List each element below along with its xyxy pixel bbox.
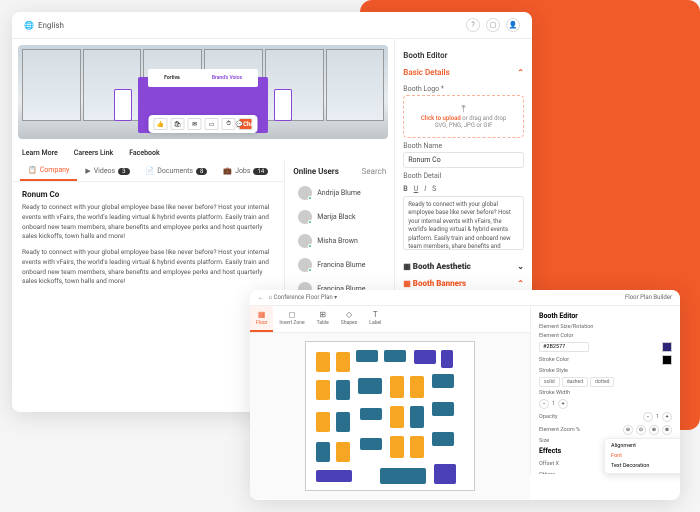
booth-action-bar: 👍 🛍 ✉ ▭ ⏱ 💬 Chat	[149, 115, 258, 133]
tab-company[interactable]: 📋 Company	[20, 161, 77, 181]
section-basic-details[interactable]: Basic Details⌃	[403, 64, 524, 81]
card-icon[interactable]: ▭	[205, 118, 219, 130]
logo-upload[interactable]: ⤒ Click to upload or drag and drop SVG, …	[403, 95, 524, 138]
company-name: Ronum Co	[22, 190, 274, 199]
booth-detail-textarea[interactable]: Ready to connect with your global employ…	[403, 196, 524, 250]
user-icon[interactable]: 👤	[506, 18, 520, 32]
tool-zone[interactable]: ◻Insert Zone	[273, 306, 310, 332]
tool-table[interactable]: ⊞Table	[311, 306, 335, 332]
prop-element-size: Element Size/Rotation	[539, 324, 672, 330]
floor-toolbar: ▦Floor ◻Insert Zone ⊞Table ◇Shapes TLabe…	[250, 306, 530, 333]
opacity-stepper[interactable]: −1+	[643, 412, 672, 422]
schedule-icon[interactable]: ⏱	[222, 118, 236, 130]
tool-shapes[interactable]: ◇Shapes	[335, 306, 363, 332]
stroke-width-stepper[interactable]: −1+	[539, 399, 568, 409]
user-row[interactable]: Francina Blume	[293, 254, 386, 276]
user-row[interactable]: Andrija Blume	[293, 182, 386, 204]
online-search[interactable]: Search	[362, 167, 387, 176]
section-aesthetic[interactable]: ▦ Booth Aesthetic⌄	[403, 258, 524, 275]
chevron-up-icon: ⌃	[517, 68, 524, 77]
color-input[interactable]	[539, 342, 589, 352]
tab-jobs[interactable]: 💼 Jobs 14	[215, 161, 276, 181]
chevron-down-icon: ⌄	[517, 262, 524, 271]
floor-canvas[interactable]	[250, 333, 530, 499]
effects-popup[interactable]: Alignment Font Text Decoration	[604, 438, 680, 474]
rich-text-toolbar[interactable]: B U I S	[403, 182, 524, 196]
floor-properties-panel: Booth Editor Element Size/Rotation Eleme…	[530, 306, 680, 474]
stroke-style-group[interactable]: soliddasheddotted	[539, 377, 614, 387]
company-desc-2: Ready to connect with your global employ…	[22, 248, 274, 287]
zoom-stepper[interactable]: ⊖⊙⊕⊗	[623, 425, 672, 435]
tool-floor[interactable]: ▦Floor	[250, 306, 273, 332]
chevron-up-icon: ⌃	[517, 279, 524, 288]
floor-plan-panel: ← ⌂ Conference Floor Plan ▾ Floor Plan B…	[250, 290, 680, 500]
user-row[interactable]: Marija Black	[293, 206, 386, 228]
user-row[interactable]: Misha Brown	[293, 230, 386, 252]
upload-icon: ⤒	[408, 104, 519, 115]
nav-careers[interactable]: Careers Link	[74, 149, 113, 157]
tool-label[interactable]: TLabel	[363, 306, 387, 332]
bookmark-icon[interactable]: ▢	[486, 18, 500, 32]
like-icon[interactable]: 👍	[154, 118, 168, 130]
nav-facebook[interactable]: Facebook	[129, 149, 159, 157]
content-tabs: 📋 Company ▶ Videos 3 📄 Documents 8 💼 Job…	[12, 161, 284, 182]
company-desc-1: Ready to connect with your global employ…	[22, 203, 274, 242]
booth-nav-links: Learn More Careers Link Facebook	[12, 145, 394, 161]
bag-icon[interactable]: 🛍	[171, 118, 185, 130]
help-icon[interactable]: ?	[466, 18, 480, 32]
globe-icon: 🌐	[24, 21, 34, 30]
mail-icon[interactable]: ✉	[188, 118, 202, 130]
floor-builder-title: Floor Plan Builder	[625, 294, 672, 301]
nav-learn-more[interactable]: Learn More	[22, 149, 58, 157]
booth-3d-preview: FortivaBrand's Voice 👍 🛍 ✉ ▭ ⏱ 💬 Chat	[18, 45, 388, 139]
breadcrumb[interactable]: ← ⌂ Conference Floor Plan ▾	[258, 294, 337, 301]
tab-videos[interactable]: ▶ Videos 3	[77, 161, 137, 181]
language-selector[interactable]: 🌐 English	[24, 21, 64, 30]
online-users-title: Online Users	[293, 167, 339, 176]
booth-name-input[interactable]	[403, 152, 524, 168]
chat-button[interactable]: 💬 Chat	[239, 118, 253, 130]
tab-documents[interactable]: 📄 Documents 8	[138, 161, 216, 181]
